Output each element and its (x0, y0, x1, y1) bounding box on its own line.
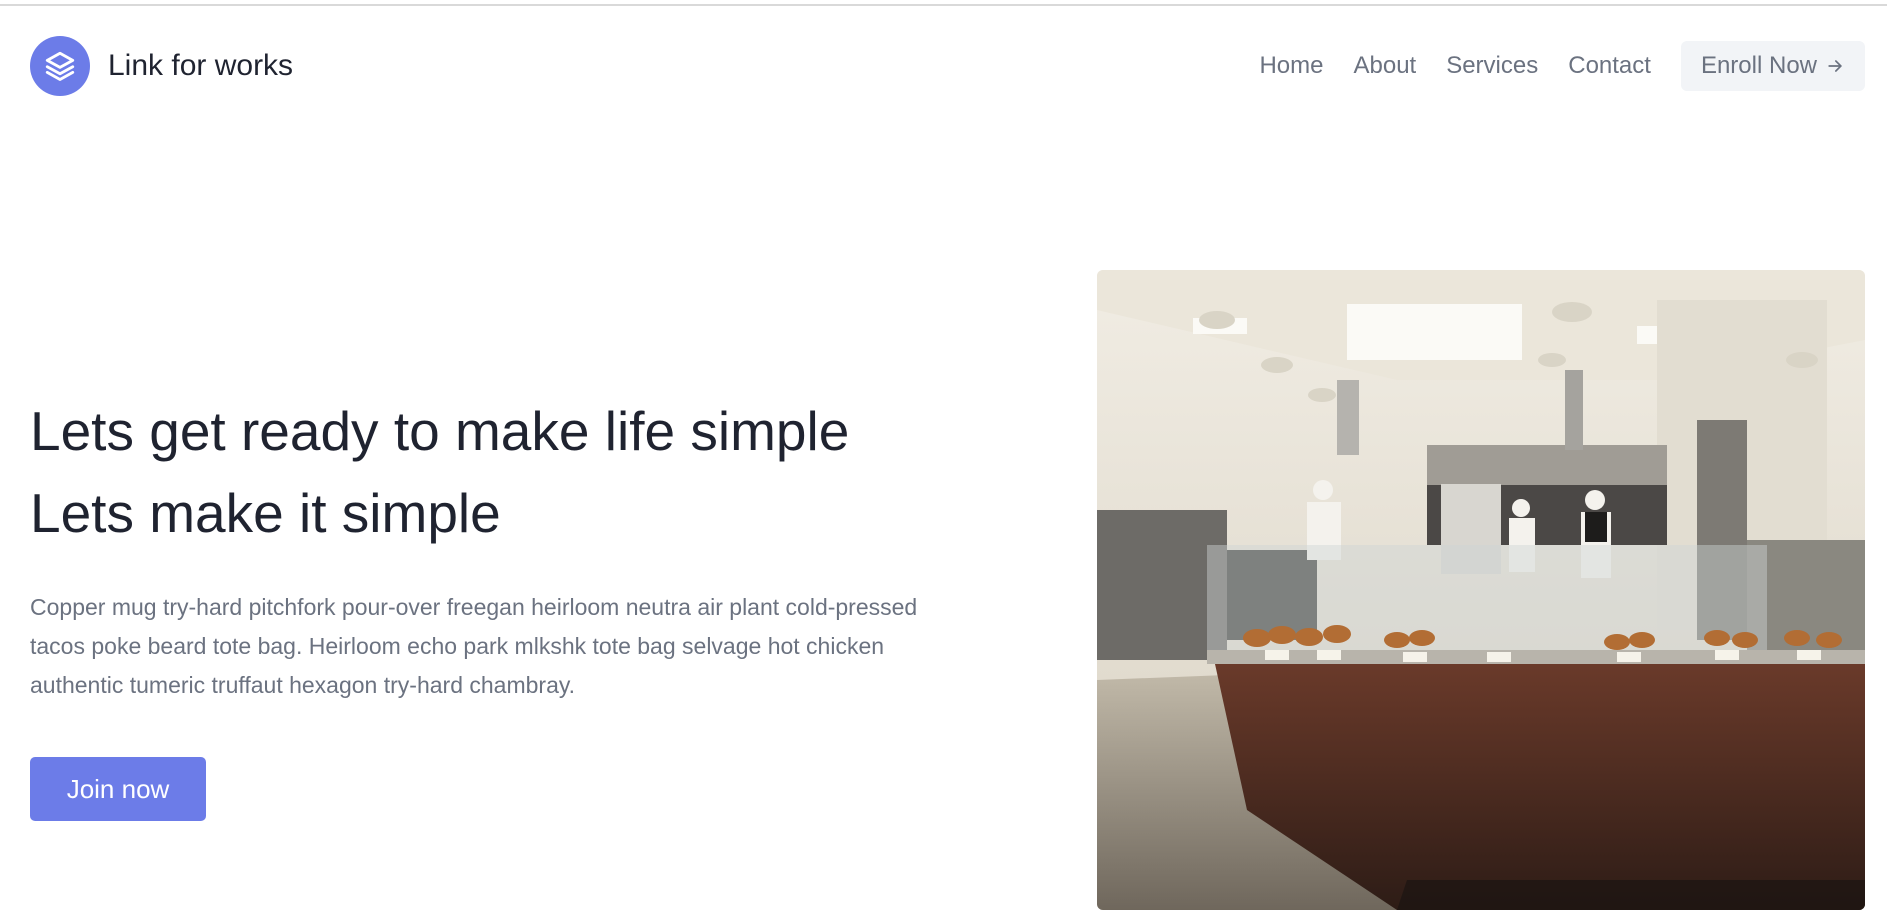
site-header: Link for works Home About Services Conta… (0, 6, 1887, 128)
hero-section: Lets get ready to make life simple Lets … (30, 390, 950, 821)
join-now-button[interactable]: Join now (30, 757, 206, 821)
nav-contact[interactable]: Contact (1568, 52, 1651, 80)
nav-about[interactable]: About (1353, 52, 1416, 80)
main-nav: Home About Services Contact Enroll Now (1259, 41, 1865, 91)
hero-description: Copper mug try-hard pitchfork pour-over … (30, 594, 918, 698)
hero-title: Lets get ready to make life simple Lets … (30, 390, 950, 554)
enroll-now-label: Enroll Now (1700, 52, 1817, 79)
nav-services[interactable]: Services (1446, 52, 1538, 80)
brand-name: Link for works (108, 49, 294, 82)
bakery-kitchen-photo (1097, 270, 1865, 910)
brand[interactable]: Link for works (30, 36, 293, 96)
stacked-layers-icon (30, 36, 90, 96)
hero-title-line-2: Lets make it simple (30, 482, 501, 544)
enroll-now-button[interactable]: Enroll Now (1680, 41, 1865, 91)
nav-home[interactable]: Home (1259, 52, 1323, 80)
hero-title-line-1: Lets get ready to make life simple (30, 400, 850, 462)
arrow-right-icon (1828, 60, 1842, 72)
